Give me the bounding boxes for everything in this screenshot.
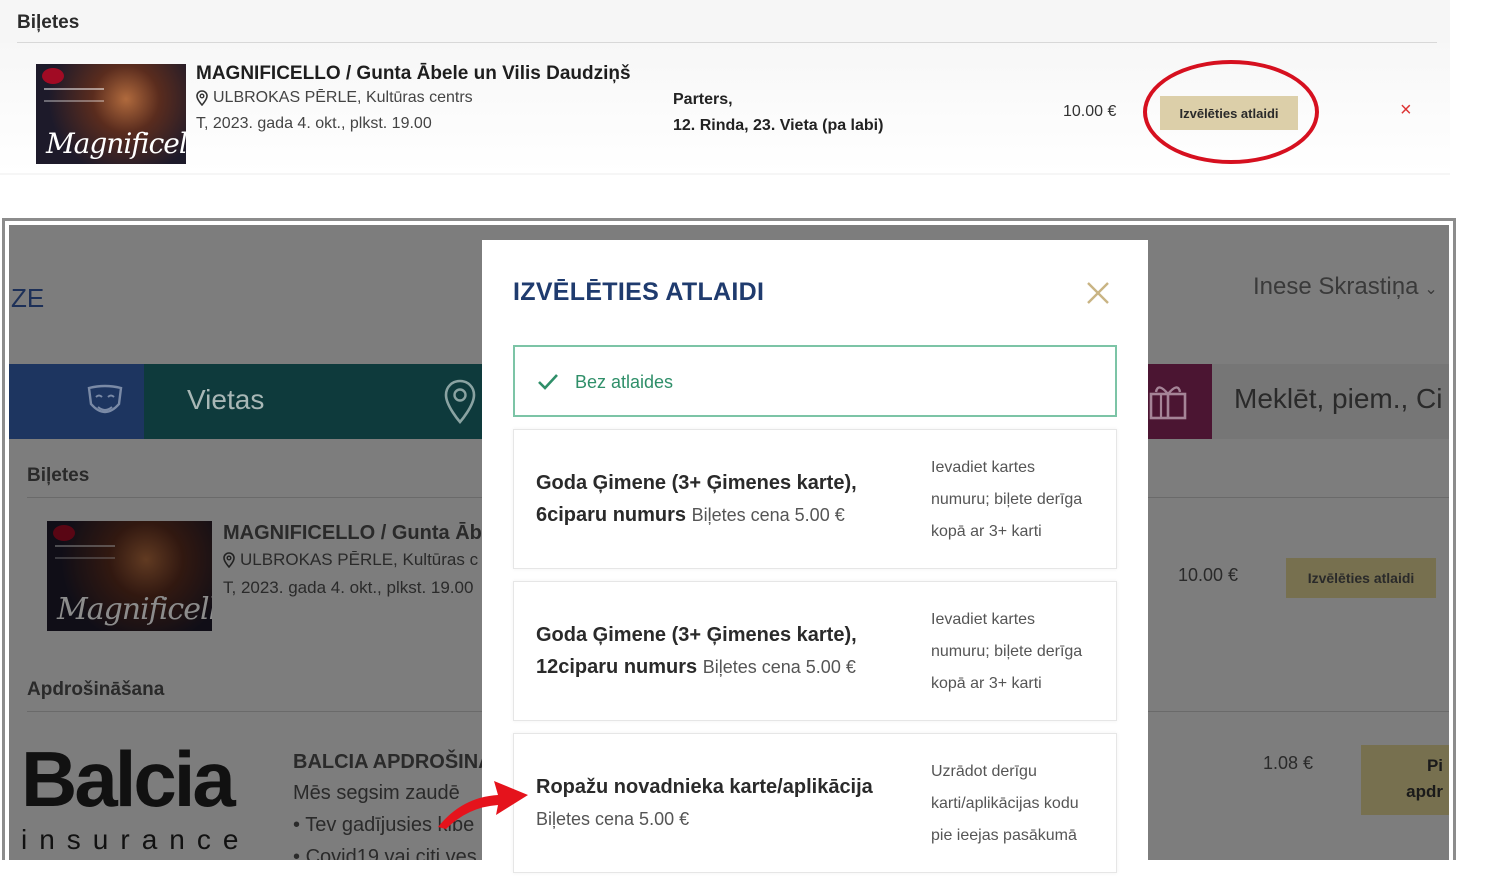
- balcia-logo-sub: insurance: [21, 824, 251, 855]
- discount-option-ropazi[interactable]: Ropažu novadnieka karte/aplikācija Biļet…: [513, 733, 1117, 873]
- discount-option-title-line1: Goda Ģimene (3+ Ģimenes karte),: [536, 472, 857, 494]
- insurance-title: BALCIA APDROŠINĀ: [293, 751, 493, 773]
- user-menu[interactable]: Inese Skrastiņa ⌄: [1253, 273, 1438, 301]
- seat-info: Parters, 12. Rinda, 23. Vieta (pa labi): [673, 87, 883, 139]
- seat-section: Parters,: [673, 91, 733, 108]
- note-line: kopā ar 3+ karti: [931, 675, 1042, 692]
- seat-row-place: 12. Rinda, 23. Vieta (pa labi): [673, 117, 884, 134]
- red-arrow-annotation: [438, 781, 528, 829]
- modal-title: IZVĒLĒTIES ATLAIDI: [513, 278, 765, 306]
- note-line: Ievadiet kartes: [931, 611, 1036, 628]
- discount-option-title: Goda Ģimene (3+ Ģimenes karte), 12ciparu…: [536, 619, 857, 683]
- poster-fine-print: [44, 88, 104, 102]
- remove-ticket-icon[interactable]: ×: [1400, 100, 1412, 120]
- discount-option-price: Biļetes cena 5.00 €: [702, 657, 856, 677]
- poster-fine-print: [55, 545, 115, 559]
- location-pin-icon: [223, 552, 235, 568]
- event-venue: ULBROKAS PĒRLE, Kultūras centrs: [196, 89, 473, 107]
- discount-option-title-line2: 6ciparu numurs Biļetes cena 5.00 €: [536, 499, 857, 531]
- discount-option-title-line2-text: 12ciparu numurs: [536, 656, 698, 678]
- discount-option-title-line1: Ropažu novadnieka karte/aplikācija: [536, 776, 873, 798]
- highlight-circle-annotation: [1143, 60, 1319, 164]
- discount-option-price: Biļetes cena 5.00 €: [536, 809, 690, 829]
- bg-event-venue-text: ULBROKAS PĒRLE, Kultūras c: [240, 550, 479, 569]
- note-line: Uzrādot derīgu: [931, 763, 1037, 780]
- poster-title: Magnificello: [46, 127, 186, 160]
- discount-option-note: Ievadiet kartes numuru; biļete derīga ko…: [931, 604, 1082, 700]
- balcia-logo-word: Balcia: [21, 735, 236, 823]
- discount-option-note: Uzrādot derīgu karti/aplikācijas kodu pi…: [931, 756, 1079, 852]
- discount-option-price: Biļetes cena 5.00 €: [691, 505, 845, 525]
- balcia-logo: Balcia insurance: [21, 740, 250, 856]
- discount-option-none[interactable]: Bez atlaides: [513, 345, 1117, 417]
- discount-option-family-12[interactable]: Goda Ģimene (3+ Ģimenes karte), 12ciparu…: [513, 581, 1117, 721]
- nav-places-label: Vietas: [187, 384, 265, 415]
- bg-event-title: MAGNIFICELLO / Gunta Āb: [223, 522, 482, 544]
- bg-event-date: T, 2023. gada 4. okt., plkst. 19.00: [223, 578, 474, 597]
- poster-logo-mark: [53, 525, 75, 541]
- note-line: karti/aplikācijas kodu: [931, 795, 1079, 812]
- insurance-price: 1.08 €: [1263, 753, 1314, 773]
- close-icon[interactable]: [1085, 280, 1111, 306]
- discount-option-title: Ropažu novadnieka karte/aplikācija Biļet…: [536, 771, 873, 835]
- discount-modal: IZVĒLĒTIES ATLAIDI Bez atlaides Goda Ģim…: [482, 240, 1148, 880]
- tickets-section-title: Biļetes: [17, 12, 80, 33]
- note-line: kopā ar 3+ karti: [931, 523, 1042, 540]
- discount-option-family-6[interactable]: Goda Ģimene (3+ Ģimenes karte), 6ciparu …: [513, 429, 1117, 569]
- note-line: numuru; biļete derīga: [931, 491, 1083, 508]
- event-poster[interactable]: Magnificello: [36, 64, 186, 164]
- gift-icon: [1149, 386, 1187, 420]
- bg-insurance-button-line1: Pi: [1426, 756, 1443, 775]
- bg-poster-title: Magnificello: [57, 592, 212, 627]
- event-venue-text: ULBROKAS PĒRLE, Kultūras centrs: [213, 89, 473, 106]
- bg-insurance-title: Apdrošināšana: [27, 679, 165, 700]
- poster-logo-mark: [42, 68, 64, 84]
- event-date: T, 2023. gada 4. okt., plkst. 19.00: [196, 115, 432, 132]
- theatre-mask-icon: [87, 384, 123, 414]
- event-title[interactable]: MAGNIFICELLO / Gunta Ābele un Vilis Daud…: [196, 63, 631, 85]
- top-ticket-panel: Biļetes Magnificello MAGNIFICELLO / Gunt…: [0, 0, 1450, 175]
- ticket-price: 10.00 €: [1063, 103, 1117, 120]
- location-pin-icon: [196, 90, 208, 106]
- bg-choose-discount-button: Izvēlēties atlaidi: [1286, 558, 1436, 598]
- discount-option-title: Goda Ģimene (3+ Ģimenes karte), 6ciparu …: [536, 467, 857, 531]
- bg-tickets-title: Biļetes: [27, 465, 90, 486]
- bg-event-venue: ULBROKAS PĒRLE, Kultūras c: [223, 550, 478, 570]
- discount-option-title-line1: Goda Ģimene (3+ Ģimenes karte),: [536, 624, 857, 646]
- search-input[interactable]: Meklēt, piem., Ci: [1234, 383, 1443, 415]
- chevron-down-icon: ⌄: [1424, 281, 1438, 298]
- discount-option-label: Bez atlaides: [575, 372, 674, 392]
- check-icon: [538, 374, 558, 390]
- discount-option-note: Ievadiet kartes numuru; biļete derīga ko…: [931, 452, 1082, 548]
- bg-ticket-price: 10.00 €: [1178, 565, 1239, 585]
- note-line: pie ieejas pasākumā: [931, 827, 1077, 844]
- note-line: numuru; biļete derīga: [931, 643, 1083, 660]
- site-logo-fragment: ZE: [11, 283, 45, 313]
- nav-events-tab[interactable]: [9, 364, 144, 439]
- insurance-bullet-text: Covid19 vai citi ves: [305, 846, 477, 860]
- bg-event-poster: Magnificello: [47, 521, 212, 631]
- insurance-bullet: • Covid19 vai citi ves: [293, 846, 477, 860]
- note-line: Ievadiet kartes: [931, 459, 1036, 476]
- nav-places-tab[interactable]: Vietas: [144, 364, 484, 439]
- bg-insurance-button-line2: apdr: [1406, 782, 1443, 801]
- discount-option-title-line2: 12ciparu numurs Biļetes cena 5.00 €: [536, 651, 857, 683]
- location-pin-icon: [444, 379, 476, 424]
- bg-insurance-button: Pi apdr: [1361, 745, 1449, 815]
- user-name: Inese Skrastiņa: [1253, 273, 1419, 300]
- discount-option-title-line2-text: 6ciparu numurs: [536, 504, 687, 526]
